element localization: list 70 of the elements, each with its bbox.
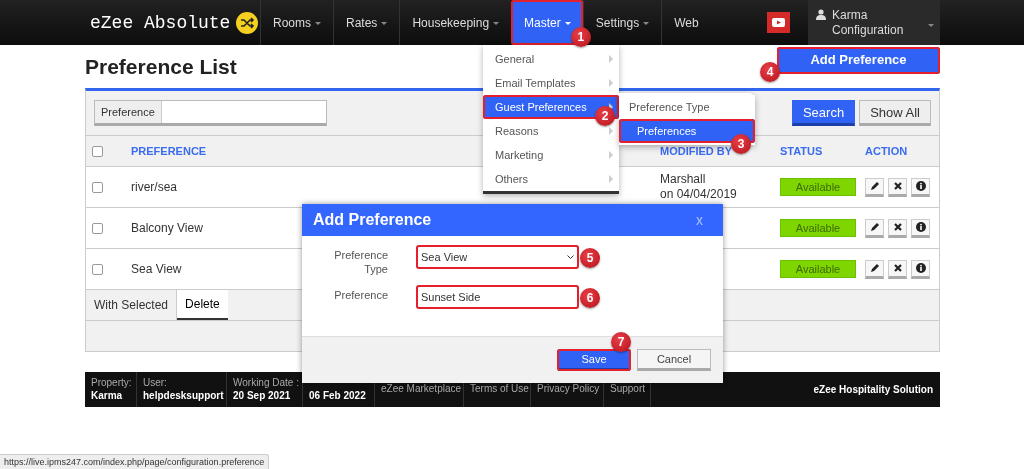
- status-badge: Available: [780, 178, 856, 196]
- user-menu[interactable]: Karma Configuration: [808, 0, 940, 45]
- step-badge: 5: [580, 248, 600, 268]
- input-field[interactable]: Sunset Side: [416, 285, 579, 309]
- show-all-button[interactable]: Show All: [859, 100, 931, 126]
- search-button[interactable]: Search: [791, 100, 856, 126]
- status-badge: Available: [780, 219, 856, 237]
- delete-button[interactable]: [888, 218, 907, 238]
- close-icon: [892, 263, 903, 273]
- search-field[interactable]: Preference: [94, 100, 327, 126]
- step-badge: 6: [580, 288, 600, 308]
- shuffle-icon[interactable]: [236, 11, 259, 34]
- user-name: Karma Configuration: [832, 7, 904, 38]
- checkbox[interactable]: [92, 181, 103, 193]
- table-cell: river/sea: [131, 179, 177, 195]
- cancel-button[interactable]: Cancel: [637, 349, 711, 371]
- menu-item[interactable]: Preference Type: [619, 95, 755, 119]
- footer-info: User: helpdesksupport: [137, 372, 227, 407]
- edit-button[interactable]: [865, 218, 884, 238]
- field-label: Preference: [333, 288, 388, 302]
- select-field[interactable]: Sea View: [416, 245, 579, 269]
- footer-brand: eZee Hospitality Solution: [812, 383, 934, 397]
- nav-menu-item[interactable]: Rates: [333, 0, 400, 45]
- info-icon: [915, 263, 926, 273]
- menu-item[interactable]: Marketing: [483, 143, 619, 167]
- table-cell: Marshall on 04/04/2019: [660, 172, 737, 202]
- info-button[interactable]: [911, 177, 930, 197]
- info-icon: [915, 181, 926, 191]
- close-icon: [892, 222, 903, 232]
- checkbox[interactable]: [92, 145, 103, 157]
- edit-button[interactable]: [865, 177, 884, 197]
- step-badge: 7: [611, 332, 631, 352]
- step-badge: 4: [760, 62, 780, 82]
- pencil-icon: [869, 263, 880, 273]
- dialog-title: Add Preference: [313, 211, 432, 229]
- save-button[interactable]: Save: [557, 349, 631, 371]
- table-cell: Sea View: [131, 261, 182, 277]
- menu-item[interactable]: General: [483, 47, 619, 71]
- column-header[interactable]: MODIFIED BY: [660, 145, 733, 157]
- info-button[interactable]: [911, 259, 930, 279]
- add-preference-button[interactable]: Add Preference: [777, 47, 940, 74]
- delete-tab[interactable]: Delete: [177, 290, 228, 320]
- status-badge: Available: [780, 260, 856, 278]
- info-button[interactable]: [911, 218, 930, 238]
- delete-button[interactable]: [888, 259, 907, 279]
- menu-item[interactable]: Others: [483, 167, 619, 191]
- column-header[interactable]: ACTION: [865, 145, 908, 157]
- delete-button[interactable]: [888, 177, 907, 197]
- footer-info: Property: Karma: [85, 372, 137, 407]
- pencil-icon: [869, 222, 880, 232]
- nav-menu-item[interactable]: Rooms: [260, 0, 333, 45]
- table-cell: Balcony View: [131, 220, 203, 236]
- menu-item[interactable]: Email Templates: [483, 71, 619, 95]
- pencil-icon: [869, 181, 880, 191]
- video-icon[interactable]: [767, 12, 790, 33]
- info-icon: [915, 222, 926, 232]
- chevron-down-icon: [567, 254, 574, 260]
- edit-button[interactable]: [865, 259, 884, 279]
- column-header[interactable]: STATUS: [780, 145, 823, 157]
- page-title: Preference List: [85, 54, 237, 79]
- column-header[interactable]: PREFERENCE: [131, 145, 207, 157]
- field-label: Preference Type: [333, 248, 388, 276]
- app-logo[interactable]: eZee Absolute: [90, 12, 231, 33]
- menu-item[interactable]: Reasons: [483, 119, 619, 143]
- checkbox[interactable]: [92, 222, 103, 234]
- close-icon: [892, 181, 903, 191]
- status-url: https://live.ipms247.com/index.php/page/configuration.preference: [0, 454, 270, 469]
- nav-menu-item[interactable]: Web: [661, 0, 711, 45]
- checkbox[interactable]: [92, 263, 103, 275]
- user-icon: [816, 9, 826, 20]
